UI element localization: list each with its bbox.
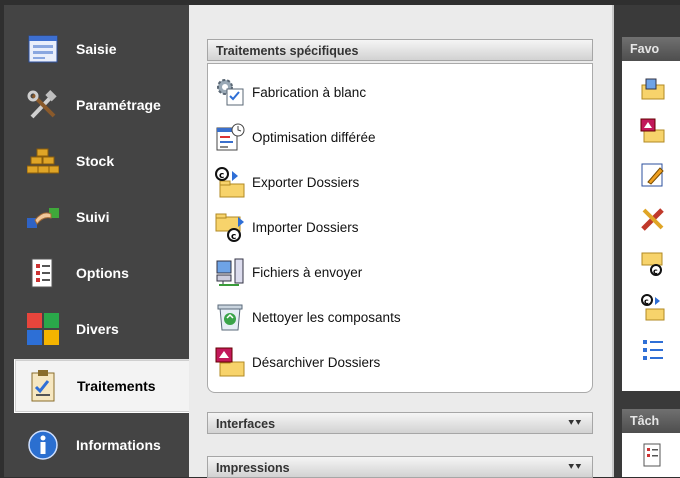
nav-item-saisie[interactable]: Saisie: [14, 23, 189, 75]
import-folder-icon[interactable]: c: [638, 249, 668, 277]
checklist-icon: [26, 256, 60, 290]
tasks-title: Tâch: [630, 414, 660, 428]
export-folder-icon[interactable]: c: [638, 293, 668, 321]
recycle-bin-icon: [214, 301, 246, 333]
tasks-list: [622, 433, 680, 477]
list-item-importer[interactable]: c Importer Dossiers: [214, 209, 359, 245]
list-icon[interactable]: [638, 337, 668, 365]
sidebar: Saisie Paramétrage Stock Suivi Options D…: [4, 5, 191, 477]
svg-text:c: c: [219, 171, 224, 181]
svg-text:c: c: [653, 267, 658, 276]
server-icon: [214, 256, 246, 288]
nav-item-label: Saisie: [76, 41, 117, 57]
nav-item-label: Traitements: [77, 378, 156, 394]
edit-icon[interactable]: [638, 161, 668, 189]
folder-stack-icon[interactable]: [638, 75, 668, 103]
tools-icon: [26, 88, 60, 122]
section-title: Traitements spécifiques: [216, 44, 359, 58]
nav-item-informations[interactable]: Informations: [14, 419, 189, 471]
gold-bars-icon: [26, 144, 60, 178]
favorites-header[interactable]: Favo: [622, 37, 680, 61]
import-folder-icon: c: [214, 211, 246, 243]
nav-item-label: Suivi: [76, 209, 110, 225]
info-icon: [26, 428, 60, 462]
schedule-icon: [214, 121, 246, 153]
right-panel: Favo c c Tâch: [614, 5, 680, 477]
nav-item-label: Paramétrage: [76, 97, 161, 113]
nav-item-stock[interactable]: Stock: [14, 135, 189, 187]
checklist-icon[interactable]: [638, 441, 668, 469]
item-label: Optimisation différée: [252, 129, 376, 145]
section-header-impressions[interactable]: Impressions ⯆⯆: [207, 456, 593, 478]
form-icon: [26, 32, 60, 66]
item-label: Désarchiver Dossiers: [252, 354, 381, 370]
nav-item-divers[interactable]: Divers: [14, 303, 189, 355]
handshake-icon: [26, 200, 60, 234]
gear-checklist-icon: [214, 76, 246, 108]
favorites-list: c c: [622, 61, 680, 391]
list-item-fabrication[interactable]: Fabrication à blanc: [214, 74, 366, 110]
item-label: Exporter Dossiers: [252, 174, 360, 190]
nav-item-traitements[interactable]: Traitements: [14, 359, 191, 413]
section-header-interfaces[interactable]: Interfaces ⯆⯆: [207, 412, 593, 434]
section-title: Impressions: [216, 461, 290, 475]
nav-item-suivi[interactable]: Suivi: [14, 191, 189, 243]
chevron-down-icon: ⯆⯆: [567, 418, 582, 428]
list-item-exporter[interactable]: c Exporter Dossiers: [214, 164, 359, 200]
list-item-fichiers[interactable]: Fichiers à envoyer: [214, 254, 362, 290]
item-label: Fabrication à blanc: [252, 84, 367, 100]
nav-item-label: Informations: [76, 437, 161, 453]
item-label: Fichiers à envoyer: [252, 264, 363, 280]
list-item-desarchiver[interactable]: Désarchiver Dossiers: [214, 344, 380, 380]
nav-item-options[interactable]: Options: [14, 247, 189, 299]
export-folder-icon: c: [214, 166, 246, 198]
section-header-traitements-specifiques[interactable]: Traitements spécifiques: [207, 39, 593, 61]
chevron-down-icon: ⯆⯆: [567, 462, 582, 472]
favorites-title: Favo: [630, 42, 660, 56]
clipboard-check-icon: [27, 369, 61, 403]
app-window: Saisie Paramétrage Stock Suivi Options D…: [0, 0, 680, 478]
section-title: Interfaces: [216, 417, 276, 431]
nav-item-label: Stock: [76, 153, 115, 169]
list-item-nettoyer[interactable]: Nettoyer les composants: [214, 299, 401, 335]
list-item-optimisation[interactable]: Optimisation différée: [214, 119, 376, 155]
unarchive-folder-icon[interactable]: [638, 117, 668, 145]
svg-text:c: c: [231, 232, 236, 242]
tools-icon[interactable]: [638, 205, 668, 233]
tasks-header[interactable]: Tâch: [622, 409, 680, 433]
item-label: Nettoyer les composants: [252, 309, 401, 325]
nav-item-parametrage[interactable]: Paramétrage: [14, 79, 189, 131]
colored-squares-icon: [26, 312, 60, 346]
nav-item-label: Divers: [76, 321, 119, 337]
unarchive-folder-icon: [214, 346, 246, 378]
item-label: Importer Dossiers: [252, 219, 359, 235]
nav-item-label: Options: [76, 265, 129, 281]
svg-text:c: c: [644, 297, 649, 306]
main-panel: Traitements spécifiques Fabrication à bl…: [189, 5, 614, 478]
task-list: Fabrication à blanc Optimisation différé…: [207, 63, 593, 393]
